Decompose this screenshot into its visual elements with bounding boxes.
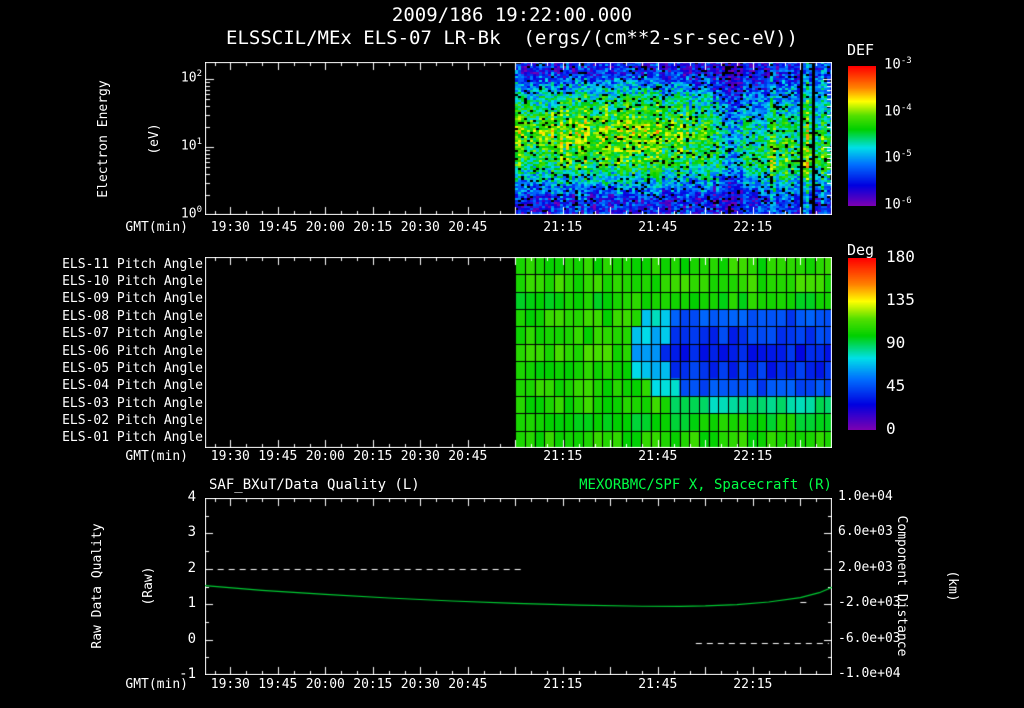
def-colorbar-title: DEF	[847, 41, 875, 59]
x-tick-label: 21:45	[638, 677, 678, 692]
def-colorbar-tick-label: 10-3	[884, 56, 912, 73]
deg-colorbar-tick-label: 180	[886, 247, 915, 266]
x-tick-label: 21:45	[638, 449, 678, 464]
energy-spectrogram-canvas	[205, 62, 832, 215]
def-colorbar-tick-label: 10-4	[884, 102, 912, 120]
x-tick-label: 21:45	[638, 220, 678, 235]
axis-title-line: Raw Data Quality	[90, 523, 105, 649]
quality-title-left: SAF_BXuT/Data Quality (L)	[209, 477, 420, 493]
energy-y-tick-label: 100	[180, 205, 202, 222]
pitch-row-label: ELS-08 Pitch Angle	[62, 308, 203, 324]
spectrogram-figure: 2009/186 19:22:00.000 ELSSCIL/MEx ELS-07…	[0, 0, 1024, 708]
x-tick-label: 20:45	[448, 449, 488, 464]
x-tick-label: 21:15	[543, 220, 583, 235]
energy-y-axis-title: Electron Energy (eV)	[61, 51, 162, 227]
quality-y-tick-label: 1	[187, 595, 196, 612]
deg-colorbar-tick-label: 135	[886, 290, 915, 309]
x-tick-label: 21:15	[543, 677, 583, 692]
deg-colorbar-title: Deg	[847, 241, 875, 259]
distance-y-tick-label: -6.0e+03	[838, 630, 901, 646]
pitch-row-label: ELS-03 Pitch Angle	[62, 395, 203, 411]
quality-y-tick-label: 0	[187, 630, 196, 647]
x-tick-label: 22:15	[733, 677, 773, 692]
x-tick-label: 22:15	[733, 449, 773, 464]
figure-title: 2009/186 19:22:00.000	[391, 4, 633, 26]
pitch-row-label: ELS-01 Pitch Angle	[62, 430, 203, 446]
distance-y-axis-title: (km) Component Distance	[894, 491, 995, 681]
axis-title-unit: (km)	[945, 570, 960, 602]
x-tick-label: 21:15	[543, 449, 583, 464]
pitch-row-label: ELS-05 Pitch Angle	[62, 360, 203, 376]
quality-distance-canvas	[205, 498, 832, 675]
quality-y-tick-label: 4	[187, 489, 196, 505]
quality-y-axis-title: Raw Data Quality (Raw)	[55, 498, 156, 674]
distance-y-tick-label: -1.0e+04	[838, 666, 901, 681]
def-colorbar-canvas	[848, 66, 876, 206]
distance-y-tick-label: 6.0e+03	[838, 524, 893, 540]
distance-y-tick-label: -2.0e+03	[838, 595, 901, 611]
deg-colorbar-tick-label: 90	[886, 333, 906, 352]
quality-y-tick-label: 3	[187, 524, 196, 541]
pitch-row-label: ELS-02 Pitch Angle	[62, 412, 203, 428]
pitch-row-label: ELS-06 Pitch Angle	[62, 343, 203, 359]
pitch-row-label: ELS-11 Pitch Angle	[62, 256, 203, 272]
quality-y-tick-label: 2	[187, 559, 196, 576]
def-colorbar-tick-label: 10-5	[884, 149, 912, 166]
distance-y-tick-label: 1.0e+04	[838, 489, 893, 504]
axis-title-line: Component Distance	[894, 515, 909, 657]
pitch-row-label: ELS-04 Pitch Angle	[62, 378, 203, 394]
def-colorbar-tick-label: 10-6	[884, 196, 912, 213]
pitch-row-label: ELS-09 Pitch Angle	[62, 291, 203, 307]
pitch-angle-canvas	[205, 257, 832, 448]
x-tick-label: 20:45	[448, 220, 488, 235]
x-tick-label: 22:15	[733, 220, 773, 235]
x-tick-label: 20:45	[448, 677, 488, 692]
x-axis-title-pitch: GMT(min)	[125, 449, 188, 464]
pitch-row-label: ELS-10 Pitch Angle	[62, 274, 203, 290]
deg-colorbar-tick-label: 0	[886, 419, 896, 438]
distance-y-tick-label: 2.0e+03	[838, 559, 893, 575]
spacecraft-title-right: MEXORBMC/SPF X, Spacecraft (R)	[579, 477, 832, 493]
energy-y-tick-label: 102	[180, 69, 202, 86]
pitch-row-label: ELS-07 Pitch Angle	[62, 326, 203, 342]
deg-colorbar-canvas	[848, 258, 876, 430]
energy-y-tick-label: 101	[180, 137, 202, 154]
quality-y-tick-label: -1	[179, 666, 196, 682]
axis-title-line: Electron Energy	[96, 80, 111, 198]
deg-colorbar-tick-label: 45	[886, 376, 906, 395]
